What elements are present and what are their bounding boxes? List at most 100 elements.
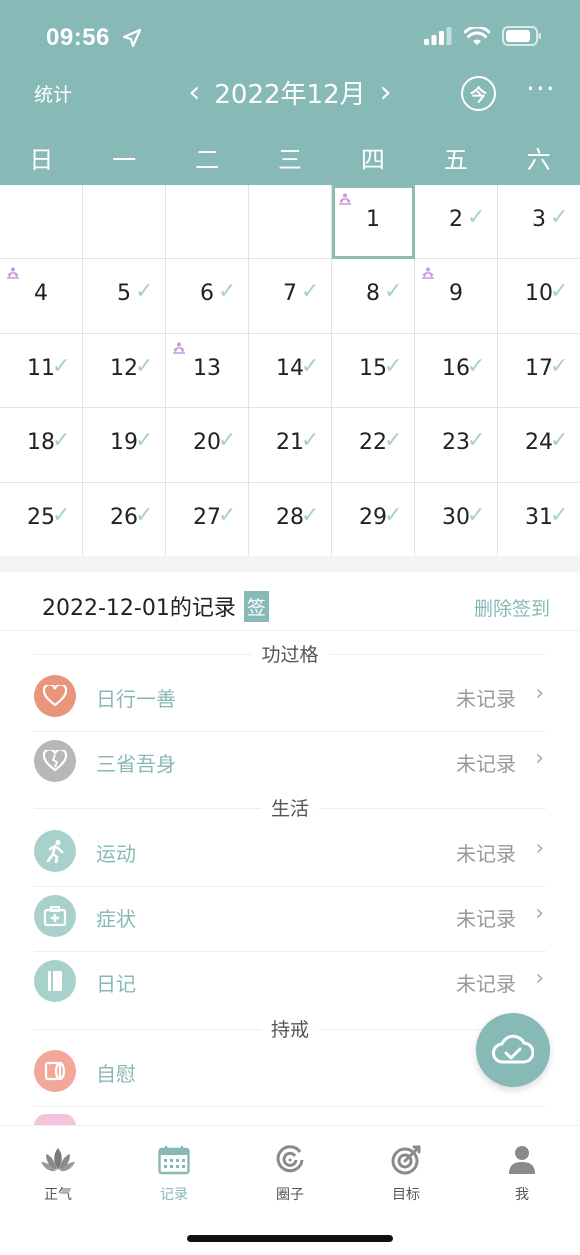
calendar-day-cell[interactable]: 25 ✓ <box>0 482 83 557</box>
tab-zhengqi[interactable]: 正气 <box>18 1144 98 1204</box>
list-item-exercise[interactable]: 运动 未记录 › <box>0 830 580 894</box>
tab-label: 圈子 <box>276 1187 304 1203</box>
tab-circle[interactable]: 圈子 <box>250 1144 330 1204</box>
calendar-day-cell[interactable]: 13 <box>166 333 249 409</box>
check-icon: ✓ <box>52 353 71 379</box>
calendar-day-cell[interactable]: 3 ✓ <box>498 185 580 260</box>
calendar-empty-cell <box>0 185 83 260</box>
location-arrow-icon <box>122 28 142 48</box>
tab-record[interactable]: 记录 <box>134 1144 214 1204</box>
calendar-week-row: 1 2 ✓ 3 ✓ <box>0 185 580 260</box>
tab-label: 正气 <box>44 1187 72 1203</box>
check-icon: ✓ <box>550 205 569 230</box>
next-month-icon[interactable]: › <box>380 77 392 108</box>
day-number: 1 <box>366 207 380 232</box>
chevron-right-icon: › <box>535 681 544 706</box>
meditation-icon <box>6 267 20 283</box>
list-item-good-deed[interactable]: 日行一善 未记录 › <box>0 675 580 739</box>
check-icon: ✓ <box>550 428 569 454</box>
check-icon: ✓ <box>384 428 403 454</box>
check-icon: ✓ <box>135 353 154 379</box>
calendar-day-cell[interactable]: 22 ✓ <box>332 408 415 483</box>
calendar-icon <box>158 1146 190 1175</box>
calendar-day-cell[interactable]: 7 ✓ <box>249 259 332 334</box>
calendar-week-row: 25 ✓ 26 ✓ 27 ✓ 28 ✓ 29 ✓ 30 ✓ 31 ✓ <box>0 482 580 557</box>
list-item-symptom[interactable]: 症状 未记录 › <box>0 895 580 959</box>
divider <box>34 1106 546 1107</box>
lotus-icon <box>41 1148 75 1172</box>
calendar-day-cell[interactable]: 9 <box>415 259 498 334</box>
item-label: 三省吾身 <box>96 752 176 776</box>
signed-badge: 签 <box>243 590 269 622</box>
calendar-day-cell[interactable]: 12 ✓ <box>83 333 166 409</box>
calendar-day-cell[interactable]: 14 ✓ <box>249 333 332 409</box>
calendar-day-cell[interactable]: 23 ✓ <box>415 408 498 483</box>
divider <box>34 731 546 732</box>
calendar-day-cell[interactable]: 5 ✓ <box>83 259 166 334</box>
calendar-day-cell[interactable]: 2 ✓ <box>415 185 498 260</box>
calendar-day-cell[interactable]: 27 ✓ <box>166 482 249 557</box>
check-icon: ✓ <box>301 502 320 528</box>
check-icon: ✓ <box>467 205 486 230</box>
divider <box>34 951 546 952</box>
day-number: 4 <box>34 281 48 307</box>
running-icon <box>34 830 76 872</box>
item-label: 症状 <box>96 907 136 931</box>
check-icon: ✓ <box>384 502 403 528</box>
check-icon: ✓ <box>467 428 486 454</box>
calendar-day-cell[interactable]: 31 ✓ <box>498 483 580 557</box>
calendar-week-row: 4 5 ✓ 6 ✓ 7 ✓ 8 ✓ 9 10 ✓ <box>0 259 580 334</box>
item-label: 日行一善 <box>96 687 176 711</box>
calendar-day-cell[interactable]: 30 ✓ <box>415 482 498 557</box>
record-header: 2022-12-01的记录 签 <box>42 590 269 622</box>
item-value: 未记录 <box>456 842 516 866</box>
tab-goal[interactable]: 目标 <box>366 1144 446 1204</box>
divider <box>34 886 546 887</box>
check-icon: ✓ <box>218 502 237 528</box>
calendar-day-cell[interactable]: 10 ✓ <box>498 259 580 334</box>
section-title-merit: 功过格 <box>0 640 580 667</box>
signal-icon <box>424 27 452 45</box>
cloud-sync-button[interactable] <box>476 1013 550 1087</box>
item-value: 未记录 <box>456 972 516 996</box>
calendar-day-cell[interactable]: 26 ✓ <box>83 482 166 557</box>
tab-label: 我 <box>515 1187 529 1203</box>
more-icon[interactable]: ··· <box>526 72 556 105</box>
calendar-day-cell[interactable]: 16 ✓ <box>415 333 498 409</box>
weekday-label: 一 <box>112 146 137 174</box>
calendar-day-cell[interactable]: 1 <box>332 185 415 260</box>
calendar-day-cell[interactable]: 19 ✓ <box>83 408 166 483</box>
chevron-right-icon: › <box>535 746 544 771</box>
check-icon: ✓ <box>384 353 403 379</box>
calendar-day-cell[interactable]: 15 ✓ <box>332 333 415 409</box>
calendar-day-cell[interactable]: 11 ✓ <box>0 333 83 409</box>
prev-month-icon[interactable]: ‹ <box>188 77 200 108</box>
calendar-day-cell[interactable]: 17 ✓ <box>498 334 580 409</box>
calendar-day-cell[interactable]: 24 ✓ <box>498 408 580 483</box>
calendar-day-cell[interactable]: 20 ✓ <box>166 408 249 483</box>
circle-icon <box>276 1145 304 1173</box>
calendar-day-cell[interactable]: 29 ✓ <box>332 482 415 557</box>
cloud-check-icon <box>492 1034 534 1064</box>
calendar-day-cell[interactable]: 8 ✓ <box>332 259 415 334</box>
calendar-day-cell[interactable]: 6 ✓ <box>166 259 249 334</box>
check-icon: ✓ <box>467 502 486 528</box>
calendar-empty-cell <box>83 185 166 260</box>
section-label: 功过格 <box>251 644 329 666</box>
today-button[interactable]: 今 <box>461 76 496 111</box>
check-icon: ✓ <box>52 428 71 454</box>
delete-checkin-button[interactable]: 删除签到 <box>474 594 550 621</box>
check-icon: ✓ <box>384 279 403 305</box>
calendar-day-cell[interactable]: 4 <box>0 259 83 334</box>
calendar-week-row: 18 ✓ 19 ✓ 20 ✓ 21 ✓ 22 ✓ 23 ✓ 24 ✓ <box>0 408 580 483</box>
calendar-empty-cell <box>249 185 332 260</box>
stats-button[interactable]: 统计 <box>34 80 72 107</box>
target-icon <box>391 1145 421 1175</box>
header: 09:56 统计 ‹ 2022年12月 › 今 ··· 日 一 二 三 四 五 … <box>0 0 580 185</box>
calendar-day-cell[interactable]: 18 ✓ <box>0 408 83 483</box>
calendar-day-cell[interactable]: 21 ✓ <box>249 408 332 483</box>
calendar-day-cell[interactable]: 28 ✓ <box>249 482 332 557</box>
weekday-label: 四 <box>360 146 385 174</box>
meditation-icon <box>172 342 186 358</box>
tab-me[interactable]: 我 <box>482 1144 562 1204</box>
